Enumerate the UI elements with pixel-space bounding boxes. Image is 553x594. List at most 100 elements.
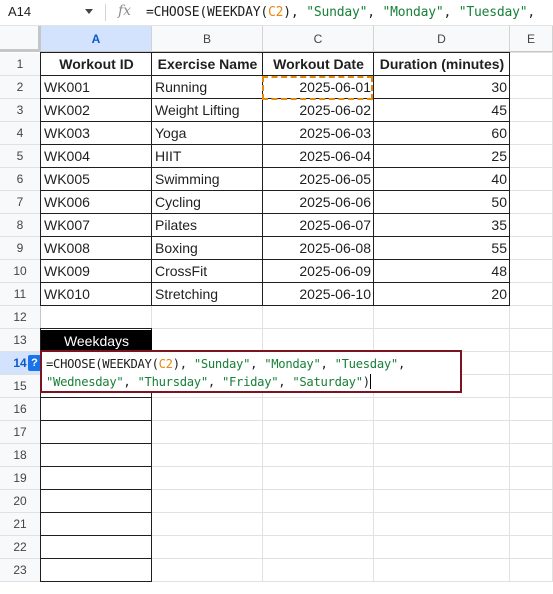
row-header-16[interactable]: 16 [0,398,41,421]
row-header-7[interactable]: 7 [0,191,41,214]
name-box[interactable]: A14 [0,0,98,25]
select-all-corner[interactable] [0,26,41,52]
table-cell[interactable]: WK009 [41,260,152,283]
row-header-9[interactable]: 9 [0,237,41,260]
row-header-18[interactable]: 18 [0,444,41,467]
row-header-20[interactable]: 20 [0,490,41,513]
table-cell[interactable]: 2025-06-04 [263,145,374,168]
table-border [41,282,510,283]
table-cell[interactable]: WK003 [41,122,152,145]
table-cell[interactable]: 2025-06-03 [263,122,374,145]
table-header-cell[interactable]: Workout Date [263,53,374,76]
table-cell[interactable]: 25 [374,145,510,168]
row-header-19[interactable]: 19 [0,467,41,490]
row-header-8[interactable]: 8 [0,214,41,237]
formula-string-literal: "Monday" [382,5,444,20]
table-cell[interactable]: 35 [374,214,510,237]
column-header-a[interactable]: A [41,26,152,52]
row-header-17[interactable]: 17 [0,421,41,444]
table-cell[interactable]: 2025-06-02 [263,99,374,122]
table-cell[interactable]: 30 [374,76,510,99]
row-header-11[interactable]: 11 [0,283,41,306]
row-header-12[interactable]: 12 [0,306,41,329]
column-header-d[interactable]: D [374,26,510,52]
column-header-e[interactable]: E [510,26,553,52]
table-cell[interactable]: Yoga [152,122,263,145]
row-header-21[interactable]: 21 [0,513,41,536]
row-header-4[interactable]: 4 [0,122,41,145]
weekday-border [41,558,152,559]
table-cell[interactable]: Weight Lifting [152,99,263,122]
formula-text-token: ), [283,5,307,20]
table-cell[interactable]: 48 [374,260,510,283]
weekday-border [41,397,152,398]
formula-string-literal: "Thursday" [137,375,209,389]
table-cell[interactable]: 2025-06-10 [263,283,374,306]
row-header-3[interactable]: 3 [0,99,41,122]
table-cell[interactable]: WK006 [41,191,152,214]
formula-string-literal: "Wednesday" [46,375,124,389]
formula-bar: A14 fx =CHOOSE(WEEKDAY(C2), "Sunday", "M… [0,0,553,26]
table-border [509,52,510,306]
table-cell[interactable]: 2025-06-06 [263,191,374,214]
table-cell[interactable]: Stretching [152,283,263,306]
table-cell[interactable]: Boxing [152,237,263,260]
row-header-5[interactable]: 5 [0,145,41,168]
editor-line: =CHOOSE(WEEKDAY(C2), "Sunday", "Monday",… [46,355,460,373]
table-cell[interactable]: 50 [374,191,510,214]
weekday-border [41,512,152,513]
table-cell[interactable]: 60 [374,122,510,145]
table-header-cell[interactable]: Duration (minutes) [374,53,510,76]
table-cell[interactable]: WK002 [41,99,152,122]
row-header-23[interactable]: 23 [0,559,41,582]
weekday-border [41,466,152,467]
weekday-border [41,443,152,444]
table-cell[interactable]: 20 [374,283,510,306]
column-header-b[interactable]: B [152,26,263,52]
table-cell[interactable]: Running [152,76,263,99]
table-cell[interactable]: 40 [374,168,510,191]
table-cell[interactable]: WK004 [41,145,152,168]
table-cell[interactable]: WK001 [41,76,152,99]
table-header-cell[interactable]: Workout ID [41,53,152,76]
table-cell[interactable]: 2025-06-07 [263,214,374,237]
table-cell[interactable]: 55 [374,237,510,260]
table-cell[interactable]: WK008 [41,237,152,260]
table-cell[interactable]: CrossFit [152,260,263,283]
table-cell[interactable]: WK007 [41,214,152,237]
table-cell[interactable]: Cycling [152,191,263,214]
formula-text-token: =CHOOSE(WEEKDAY( [46,357,159,371]
table-border [41,236,510,237]
table-cell[interactable]: 45 [374,99,510,122]
column-header-c[interactable]: C [263,26,374,52]
table-cell[interactable]: 2025-06-08 [263,237,374,260]
formula-text-token: , [207,375,222,389]
row-header-15[interactable]: 15 [0,375,41,398]
table-header-cell[interactable]: Exercise Name [152,53,263,76]
formula-text-token: , [527,5,536,20]
table-cell[interactable]: HIIT [152,145,263,168]
name-box-value: A14 [8,4,32,19]
table-cell[interactable]: 2025-06-05 [263,168,374,191]
formula-text-token: , [397,357,405,371]
table-cell[interactable]: WK010 [41,283,152,306]
chevron-down-icon[interactable] [85,9,93,14]
table-cell[interactable]: WK005 [41,168,152,191]
row-header-10[interactable]: 10 [0,260,41,283]
formula-text-token: , [123,375,138,389]
fx-icon: fx [118,3,132,19]
row-header-2[interactable]: 2 [0,76,41,99]
formula-input[interactable]: =CHOOSE(WEEKDAY(C2), "Sunday", "Monday",… [146,5,535,20]
formula-string-literal: "Friday" [221,375,279,389]
copy-selection-marquee [262,76,373,100]
row-header-1[interactable]: 1 [0,53,41,76]
row-header-22[interactable]: 22 [0,536,41,559]
row-header-6[interactable]: 6 [0,168,41,191]
table-cell[interactable]: Swimming [152,168,263,191]
formula-cell-reference: C2 [268,5,284,20]
row-header-13[interactable]: 13 [0,329,41,352]
cell-editor[interactable]: =CHOOSE(WEEKDAY(C2), "Sunday", "Monday",… [40,350,462,393]
formula-bar-divider [105,4,106,21]
table-cell[interactable]: Pilates [152,214,263,237]
table-cell[interactable]: 2025-06-09 [263,260,374,283]
